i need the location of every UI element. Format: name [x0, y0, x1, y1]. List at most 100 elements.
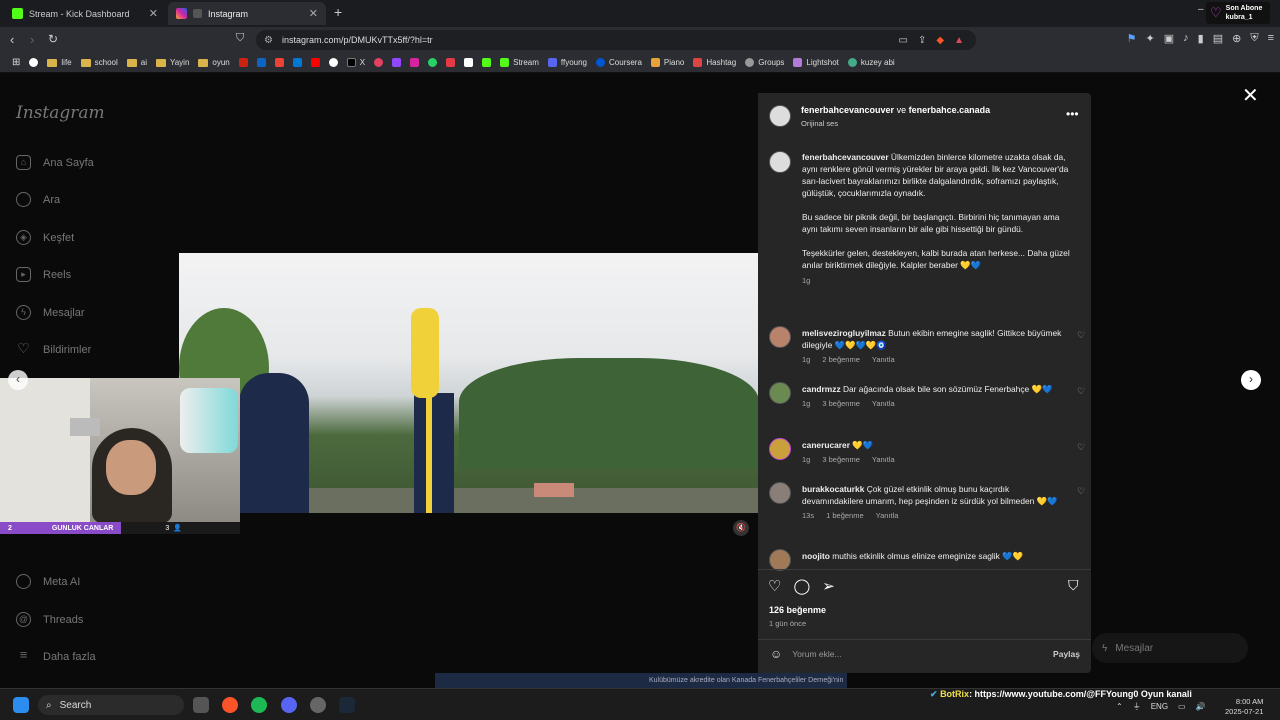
back-icon[interactable]: ‹: [10, 32, 14, 47]
post-video[interactable]: [179, 253, 758, 513]
new-tab-button[interactable]: +: [334, 4, 342, 20]
bookmark-coursera[interactable]: Coursera: [596, 58, 642, 67]
music-icon[interactable]: ♪: [1183, 32, 1189, 45]
brave-rewards-icon[interactable]: ▲: [954, 35, 964, 46]
comment-like-icon[interactable]: ♡: [1077, 441, 1085, 453]
taskbar-search[interactable]: ⌕ Search: [38, 695, 184, 715]
wallet-icon[interactable]: ▤: [1213, 32, 1223, 45]
next-post-arrow[interactable]: ›: [1241, 370, 1261, 390]
linkedin-icon[interactable]: [256, 58, 266, 67]
caption-user[interactable]: fenerbahcevancouver: [802, 152, 889, 162]
bookmark-stream[interactable]: Stream: [500, 58, 539, 67]
comment-like-icon[interactable]: ♡: [1077, 329, 1085, 341]
bookmark-folder-school[interactable]: school: [80, 58, 118, 67]
brave-browser-icon[interactable]: [222, 697, 238, 713]
brave-shield-icon[interactable]: ◆: [936, 35, 944, 46]
bookmark-folder-oyun[interactable]: oyun: [198, 58, 230, 67]
bookmark-lightshot[interactable]: Lightshot: [793, 58, 839, 67]
bookmark-folder-ai[interactable]: ai: [126, 58, 147, 67]
reload-icon[interactable]: ↻: [48, 32, 58, 46]
close-tab-icon[interactable]: ✕: [309, 7, 318, 20]
share-icon[interactable]: ⇪: [918, 35, 926, 46]
youtube-icon[interactable]: [310, 58, 320, 67]
bookmark-folder-life[interactable]: life: [47, 58, 72, 67]
bookmark-kuzey-abi[interactable]: kuzey abi: [847, 58, 895, 67]
avatar[interactable]: [769, 382, 791, 404]
messages-pill[interactable]: ϟ Mesajlar: [1092, 633, 1248, 663]
author-link[interactable]: fenerbahce.canada: [909, 105, 991, 115]
outlook-icon[interactable]: [292, 58, 302, 67]
discord-icon[interactable]: [281, 697, 297, 713]
chevron-up-icon[interactable]: ⌃: [1116, 702, 1123, 711]
more-options-icon[interactable]: •••: [1066, 107, 1079, 121]
close-tab-icon[interactable]: ✕: [149, 7, 158, 20]
comment-like-icon[interactable]: ♡: [1077, 385, 1085, 397]
avatar[interactable]: [769, 105, 791, 127]
nav-home[interactable]: ⌂ Ana Sayfa: [16, 155, 94, 170]
monitor-icon[interactable]: ▭: [1178, 702, 1186, 711]
nav-messages[interactable]: ϟ Mesajlar: [16, 305, 85, 320]
comment-icon[interactable]: ◯: [793, 577, 810, 595]
like-icon[interactable]: ♡: [768, 577, 781, 595]
clock[interactable]: 8:00 AM 2025-07-21: [1225, 697, 1263, 717]
avatar[interactable]: [769, 151, 791, 173]
avatar[interactable]: [769, 326, 791, 348]
task-view-icon[interactable]: [193, 697, 209, 713]
instagram-logo[interactable]: Instagram: [16, 103, 105, 123]
kick-bookmark-icon[interactable]: [482, 58, 492, 67]
spotify-icon[interactable]: [251, 697, 267, 713]
pinterest-icon[interactable]: [374, 58, 384, 67]
whatsapp-icon[interactable]: [428, 58, 438, 67]
network-icon[interactable]: ⏚: [1133, 701, 1141, 712]
avatar[interactable]: [769, 482, 791, 504]
language-indicator[interactable]: ENG: [1151, 702, 1168, 711]
nav-meta-ai[interactable]: Meta AI: [16, 574, 80, 589]
comment-input[interactable]: Yorum ekle...: [792, 649, 841, 659]
nav-more[interactable]: ≡ Daha fazla: [16, 648, 96, 664]
tumblr-icon[interactable]: [446, 58, 456, 67]
volume-icon[interactable]: 🔊: [1196, 702, 1206, 711]
comment-like-icon[interactable]: ♡: [1077, 485, 1085, 497]
site-settings-icon[interactable]: ⚙: [264, 35, 273, 46]
save-icon[interactable]: ⛉: [1068, 577, 1079, 594]
bookmark-folder-yayin[interactable]: Yayin: [155, 58, 189, 67]
bookmark-hashtag[interactable]: Hashtag: [693, 58, 736, 67]
vpn-icon[interactable]: ⊕: [1232, 32, 1241, 45]
obs-icon[interactable]: [310, 697, 326, 713]
like-count[interactable]: 126 beğenme: [769, 605, 826, 615]
mute-icon[interactable]: 🔇: [733, 520, 749, 536]
apps-icon[interactable]: ⊞: [12, 57, 20, 68]
bookmark-piano[interactable]: Piano: [650, 58, 684, 67]
screenshot-icon[interactable]: ▣: [1164, 32, 1174, 45]
url-field[interactable]: ⚙ instagram.com/p/DMUKvTTx5ff/?hl=tr ▭ ⇪…: [256, 30, 976, 50]
nav-notifications[interactable]: ♡ Bildirimler: [16, 341, 91, 357]
sidebar-icon[interactable]: ▮: [1198, 32, 1204, 45]
twitch-icon[interactable]: [392, 58, 402, 67]
audio-label[interactable]: Orijinal ses: [801, 119, 838, 128]
emoji-icon[interactable]: ☺: [770, 647, 782, 661]
minimize-icon[interactable]: –: [1198, 4, 1204, 15]
instagram-bookmark-icon[interactable]: [410, 58, 420, 67]
nav-explore[interactable]: ◈ Keşfet: [16, 230, 74, 245]
author-link[interactable]: fenerbahcevancouver: [801, 105, 894, 115]
bookmark-site-icon[interactable]: [238, 58, 248, 67]
windows-start-icon[interactable]: [13, 697, 29, 713]
bookmark-page-icon[interactable]: ⛉: [236, 32, 244, 45]
tab-instagram[interactable]: Instagram ✕: [168, 2, 326, 25]
bookmark-groups[interactable]: Groups: [745, 58, 784, 67]
nav-reels[interactable]: ▸ Reels: [16, 267, 71, 282]
avatar[interactable]: [769, 438, 791, 460]
close-icon[interactable]: ✕: [1242, 83, 1259, 108]
forward-icon[interactable]: ›: [30, 32, 34, 47]
chrome-icon[interactable]: [328, 58, 338, 67]
bookmark-x[interactable]: X: [346, 58, 365, 67]
share-icon[interactable]: ➢: [822, 577, 835, 595]
gmail-icon[interactable]: [274, 58, 284, 67]
bookmark-ffyoung[interactable]: ffyoung: [547, 58, 587, 67]
post-comment-button[interactable]: Paylaş: [1053, 649, 1080, 659]
shield-icon[interactable]: ⛨: [1250, 32, 1258, 45]
steam-icon[interactable]: [339, 697, 355, 713]
prev-post-arrow[interactable]: ‹: [8, 370, 28, 390]
cast-icon[interactable]: ▭: [899, 35, 908, 46]
nav-threads[interactable]: @ Threads: [16, 612, 83, 627]
